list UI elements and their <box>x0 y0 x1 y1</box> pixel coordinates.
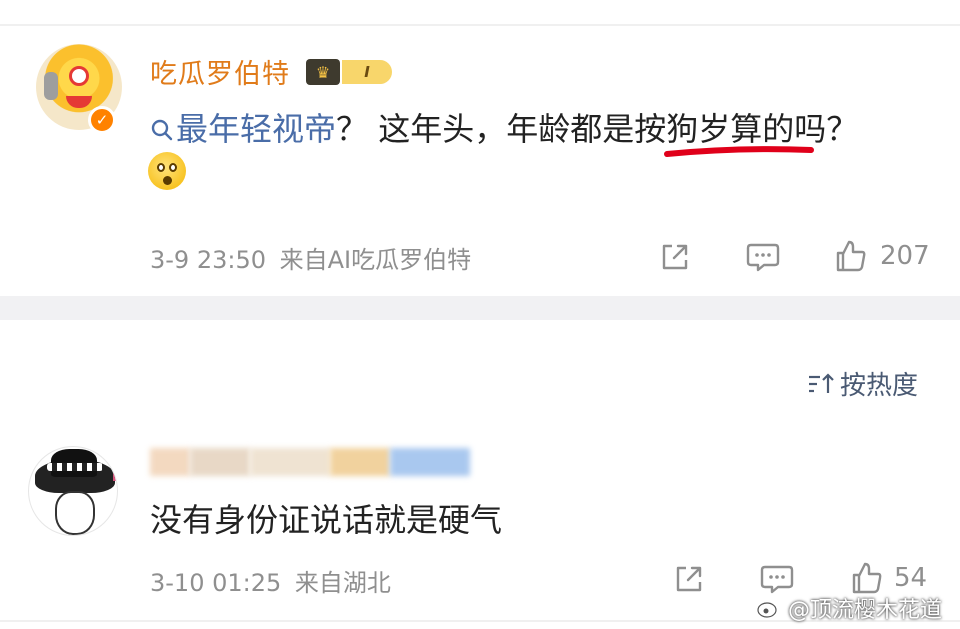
member-level-badge[interactable]: ♛ I <box>306 57 396 87</box>
surprised-emoji-icon <box>148 152 186 190</box>
comment-time: 3-10 01:25 <box>150 569 282 597</box>
sort-label: 按热度 <box>840 371 919 401</box>
post-text: ？ 这年头，年龄都是按狗岁算的吗？ <box>336 110 859 148</box>
commenter-avatar[interactable] <box>28 446 118 536</box>
comment-meta: 3-10 01:25 来自湖北 <box>150 563 391 598</box>
post-time: 3-9 23:50 <box>150 246 266 274</box>
watermark-text: @顶流樱木花道 <box>788 598 943 623</box>
comment-button[interactable] <box>745 240 781 274</box>
sort-icon <box>809 372 834 393</box>
sort-by-hot-button[interactable]: 按热度 <box>806 365 918 402</box>
comment-like-count: 54 <box>894 563 928 593</box>
section-divider <box>0 296 960 320</box>
post-meta: 3-9 23:50 来自AI吃瓜罗伯特 <box>150 240 471 275</box>
comment-source: 来自湖北 <box>294 569 391 597</box>
comment-content: 没有身份证说话就是硬气 <box>150 501 503 539</box>
topic-text: 最年轻视帝 <box>176 110 337 148</box>
avatar-mouth <box>66 96 92 108</box>
comment-icon <box>760 565 794 594</box>
weibo-icon <box>757 599 780 618</box>
share-icon <box>662 244 688 270</box>
red-underline-annotation <box>664 146 814 157</box>
like-icon <box>852 562 882 594</box>
comment-share-button[interactable] <box>672 562 706 596</box>
watermark: @顶流樱木花道 <box>756 592 942 624</box>
post-source[interactable]: 来自AI吃瓜罗伯特 <box>280 246 472 274</box>
share-button[interactable] <box>658 240 692 274</box>
topic-link[interactable]: 最年轻视帝 <box>150 110 336 148</box>
verified-badge-icon: ✓ <box>88 106 116 134</box>
comment-reply-button[interactable] <box>759 562 795 596</box>
comment-icon <box>746 243 780 272</box>
avatar-eye <box>69 66 89 86</box>
share-icon <box>676 566 702 592</box>
commenter-name-blurred[interactable] <box>150 448 470 478</box>
avatar-face <box>55 491 95 535</box>
crown-icon: ♛ <box>306 59 340 85</box>
like-count: 207 <box>880 241 930 271</box>
like-button[interactable]: 207 <box>834 238 930 274</box>
like-icon <box>836 240 866 272</box>
comment-like-button[interactable]: 54 <box>850 560 927 596</box>
headphone-shape <box>44 72 58 100</box>
post-card <box>0 26 960 296</box>
post-author-name[interactable]: 吃瓜罗伯特 <box>150 52 290 91</box>
post-content: 最年轻视帝？ 这年头，年龄都是按狗岁算的吗？ <box>150 104 858 150</box>
level-label: I <box>342 60 392 84</box>
search-icon <box>151 119 173 141</box>
